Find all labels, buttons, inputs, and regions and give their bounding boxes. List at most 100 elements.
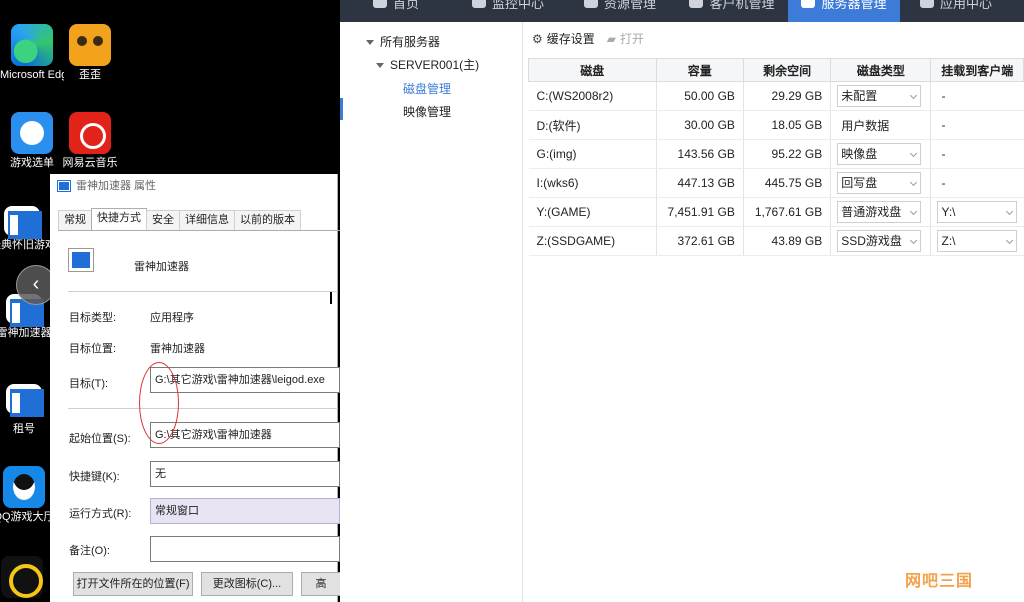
cell-capacity: 50.00 GB	[656, 81, 744, 111]
chevron-down-icon	[910, 149, 918, 158]
desktop-icon-game-menu[interactable]: 游戏选单	[0, 112, 64, 170]
disk-type-text: 用户数据	[841, 118, 890, 133]
desktop-icon-edge[interactable]: Microsoft Edge	[0, 24, 64, 82]
select-value: 回写盘	[841, 176, 878, 190]
table-row[interactable]: C:(WS2008r2) 50.00 GB 29.29 GB 未配置 -	[528, 81, 1024, 111]
tab-security[interactable]: 安全	[146, 210, 180, 230]
col-disk-type[interactable]: 磁盘类型	[830, 58, 932, 82]
cell-capacity: 7,451.91 GB	[656, 197, 744, 227]
table-row[interactable]: G:(img) 143.56 GB 95.22 GB 映像盘 -	[528, 139, 1024, 169]
nav-clients[interactable]: 客户机管理	[676, 0, 788, 22]
tab-previous-versions[interactable]: 以前的版本	[234, 210, 301, 230]
nav-label: 首页	[392, 0, 419, 11]
tree-server[interactable]: SERVER001(主)	[376, 56, 479, 73]
cell-mount: -	[930, 139, 1024, 169]
open-file-location-button[interactable]: 打开文件所在的位置(F)	[73, 572, 193, 596]
nav-home[interactable]: 首页	[340, 0, 452, 22]
cell-mount: Y:\	[930, 197, 1024, 227]
cell-capacity: 372.61 GB	[656, 226, 744, 256]
tab-shortcut[interactable]: 快捷方式	[91, 208, 147, 230]
change-icon-button[interactable]: 更改图标(C)...	[201, 572, 293, 596]
cell-disk: C:(WS2008r2)	[528, 81, 657, 111]
hotkey-field[interactable]: 无	[150, 461, 340, 487]
cell-mount: Z:\	[930, 226, 1024, 256]
nav-label: 客户机管理	[709, 0, 775, 11]
desktop-icon-label: 歪歪	[79, 69, 101, 81]
run-select[interactable]: 常规窗口	[150, 498, 340, 524]
target-location-value: 雷神加速器	[150, 343, 205, 355]
resources-icon	[583, 0, 598, 8]
table-row[interactable]: Z:(SSDGAME) 372.61 GB 43.89 GB SSD游戏盘 Z:\	[528, 226, 1024, 256]
desktop-icon-label: QQ游戏大厅	[0, 511, 55, 523]
disk-type-select[interactable]: SSD游戏盘	[837, 230, 922, 252]
disk-type-select[interactable]: 未配置	[837, 85, 922, 107]
shortcut-icon	[68, 248, 94, 272]
top-nav: 首页 监控中心 资源管理 客户机管理 服务器管理 应用中心	[340, 0, 1024, 22]
server-icon	[801, 0, 816, 8]
col-disk[interactable]: 磁盘	[528, 58, 657, 82]
disk-type-select[interactable]: 回写盘	[837, 172, 922, 194]
disk-type-select[interactable]: 映像盘	[837, 143, 922, 165]
select-value: SSD游戏盘	[841, 234, 902, 248]
cell-mount: -	[930, 81, 1024, 111]
nav-resources[interactable]: 资源管理	[564, 0, 676, 22]
desktop-icon-app[interactable]	[0, 556, 54, 600]
cell-free-space: 18.05 GB	[743, 110, 832, 140]
apps-icon	[919, 0, 934, 8]
watermark: 网吧三国	[905, 573, 974, 590]
table-row[interactable]: D:(软件) 30.00 GB 18.05 GB 用户数据 -	[528, 110, 1024, 140]
desktop-icon-qq-game[interactable]: QQ游戏大厅	[0, 466, 56, 524]
start-in-label: 起始位置(S):	[69, 433, 131, 445]
chevron-down-icon	[910, 91, 918, 100]
select-value: 未配置	[841, 89, 878, 103]
dialog-title-bar: 雷神加速器 属性	[50, 174, 337, 198]
select-value: 映像盘	[841, 147, 878, 161]
desktop-icon-label: 网易云音乐	[62, 157, 118, 169]
tree-item-disk-management[interactable]: 磁盘管理	[403, 80, 451, 97]
desktop-icon-label: 雷神加速器	[0, 327, 52, 339]
disk-type-select[interactable]: 普通游戏盘	[837, 201, 922, 223]
mount-select[interactable]: Y:\	[937, 201, 1018, 223]
cell-disk-type: 未配置	[830, 81, 932, 111]
tree-label: 所有服务器	[380, 35, 441, 49]
desktop-icon-yy[interactable]: 歪歪	[58, 24, 122, 82]
shortcut-icon	[6, 384, 44, 417]
table-row[interactable]: I:(wks6) 447.13 GB 445.75 GB 回写盘 -	[528, 168, 1024, 198]
mount-text: -	[941, 89, 946, 103]
nav-label: 服务器管理	[821, 0, 887, 11]
open-button[interactable]: 打开	[620, 30, 644, 47]
target-field[interactable]: G:\其它游戏\雷神加速器\leigod.exe	[150, 367, 340, 393]
cell-disk: Z:(SSDGAME)	[528, 226, 657, 256]
table-row[interactable]: Y:(GAME) 7,451.91 GB 1,767.61 GB 普通游戏盘 Y:\	[528, 197, 1024, 227]
nav-app-center[interactable]: 应用中心	[900, 0, 1012, 22]
tab-details[interactable]: 详细信息	[179, 210, 235, 230]
start-in-field[interactable]: G:\其它游戏\雷神加速器	[150, 422, 340, 448]
desktop-icon-netease-music[interactable]: 网易云音乐	[58, 112, 122, 170]
cell-capacity: 30.00 GB	[656, 110, 744, 140]
tree-root[interactable]: 所有服务器	[366, 33, 440, 50]
desktop-icon-rent-account[interactable]: 租号	[0, 384, 56, 436]
cache-settings-button[interactable]: 缓存设置	[547, 30, 595, 47]
nav-label: 应用中心	[939, 0, 992, 11]
desktop-icon-classic-games[interactable]: 经典怀旧游戏菜单	[0, 206, 54, 252]
nav-server-management[interactable]: 服务器管理	[788, 0, 900, 22]
chevron-down-icon	[376, 63, 384, 69]
edge-icon	[11, 24, 53, 66]
shortcut-icon	[4, 206, 42, 239]
desktop-icon-label: 租号	[13, 423, 35, 435]
panda-icon	[69, 24, 111, 66]
nav-monitor[interactable]: 监控中心	[452, 0, 564, 22]
tree-item-image-management[interactable]: 映像管理	[403, 103, 451, 120]
tab-general[interactable]: 常规	[58, 210, 92, 230]
cell-free-space: 445.75 GB	[743, 168, 832, 198]
col-capacity[interactable]: 容量	[655, 58, 744, 82]
app-icon	[1, 556, 43, 598]
mount-select[interactable]: Z:\	[937, 230, 1018, 252]
advanced-button[interactable]: 高	[301, 572, 341, 596]
comment-field[interactable]	[150, 536, 340, 562]
select-value: Z:\	[941, 234, 956, 248]
chevron-down-icon	[366, 40, 374, 46]
col-mount[interactable]: 挂载到客户端	[930, 58, 1024, 82]
col-free-space[interactable]: 剩余空间	[742, 58, 832, 82]
netease-music-icon	[69, 112, 111, 154]
